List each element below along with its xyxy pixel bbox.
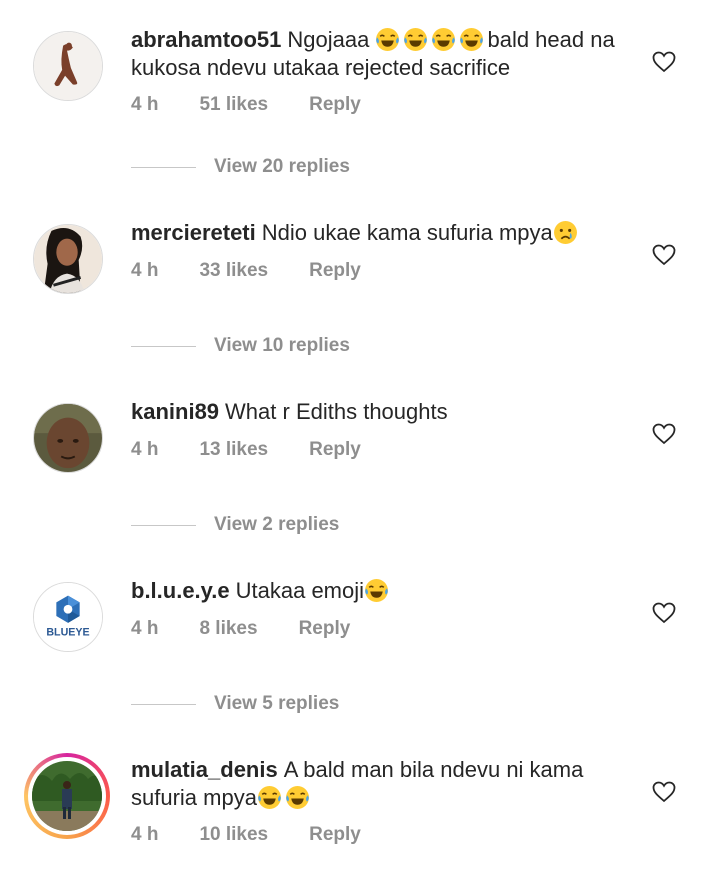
laughing-crying-emoji-icon — [404, 28, 428, 51]
comment-meta: 4 h 8 likes Reply — [131, 618, 391, 640]
view-replies-label: View 10 replies — [214, 335, 350, 356]
laughing-crying-emoji-icon — [285, 786, 309, 809]
comment-text: abrahamtoo51 Ngojaaa bald head na kukosa … — [131, 26, 631, 82]
crying-sad-emoji-icon — [553, 221, 577, 244]
avatar[interactable] — [33, 224, 103, 294]
comment-username[interactable]: abrahamtoo51 — [131, 27, 281, 52]
likes-count[interactable]: 33 likes — [199, 260, 268, 282]
comment-time: 4 h — [131, 618, 159, 639]
comment-username[interactable]: mulatia_denis — [131, 757, 278, 782]
avatar[interactable] — [33, 403, 103, 473]
reply-button[interactable]: Reply — [309, 439, 361, 461]
heart-outline-icon[interactable] — [652, 244, 676, 266]
comment-username[interactable]: merciereteti — [131, 220, 256, 245]
comment-text: merciereteti Ndio ukae kama sufuria mpya — [131, 219, 631, 247]
heart-outline-icon[interactable] — [652, 602, 676, 624]
comment-username[interactable]: b.l.u.e.y.e — [131, 578, 230, 603]
view-replies-label: View 20 replies — [214, 156, 350, 177]
view-replies-button[interactable]: View 5 replies — [131, 693, 339, 715]
heart-outline-icon[interactable] — [652, 423, 676, 445]
avatar-image: BLUEYE — [34, 583, 102, 651]
avatar-with-story-ring[interactable] — [24, 753, 110, 839]
comment-body: Ndio ukae kama sufuria mpya — [261, 220, 553, 245]
view-replies-button[interactable]: View 10 replies — [131, 335, 350, 357]
comment-text: b.l.u.e.y.e Utakaa emoji — [131, 577, 631, 605]
avatar-ring-gap — [28, 757, 106, 835]
replies-divider — [131, 166, 196, 168]
comment-time: 4 h — [131, 824, 159, 845]
comment-body: Ngojaaa — [287, 27, 370, 52]
comment-body: What r Ediths thoughts — [225, 399, 448, 424]
comment-time: 4 h — [131, 439, 159, 460]
comment-username[interactable]: kanini89 — [131, 399, 219, 424]
reply-button[interactable]: Reply — [309, 260, 361, 282]
comment-meta: 4 h 13 likes Reply — [131, 439, 402, 461]
avatar[interactable] — [33, 31, 103, 101]
reply-button[interactable]: Reply — [309, 824, 361, 846]
avatar-image — [34, 32, 102, 100]
reply-button[interactable]: Reply — [299, 618, 351, 640]
view-replies-label: View 5 replies — [214, 693, 340, 714]
view-replies-label: View 2 replies — [214, 514, 340, 535]
replies-divider — [131, 345, 196, 347]
reply-button[interactable]: Reply — [309, 94, 361, 116]
avatar[interactable]: BLUEYE — [33, 582, 103, 652]
laughing-crying-emoji-icon — [376, 28, 400, 51]
view-replies-button[interactable]: View 2 replies — [131, 514, 339, 536]
laughing-crying-emoji-icon — [257, 786, 281, 809]
avatar-image — [32, 761, 102, 831]
comment-time: 4 h — [131, 94, 159, 115]
comment-body: Utakaa emoji — [235, 578, 365, 603]
laughing-crying-emoji-icon — [432, 28, 456, 51]
likes-count[interactable]: 8 likes — [199, 618, 257, 640]
avatar-image — [34, 404, 102, 472]
view-replies-button[interactable]: View 20 replies — [131, 156, 350, 178]
laughing-crying-emoji-icon — [460, 28, 484, 51]
laughing-crying-emoji-icon — [365, 579, 388, 602]
comment-text: kanini89 What r Ediths thoughts — [131, 398, 631, 426]
comment-time: 4 h — [131, 260, 159, 281]
likes-count[interactable]: 13 likes — [199, 439, 268, 461]
comment-meta: 4 h 10 likes Reply — [131, 824, 402, 846]
avatar-logo-text: BLUEYE — [46, 626, 89, 638]
likes-count[interactable]: 51 likes — [199, 94, 268, 116]
likes-count[interactable]: 10 likes — [199, 824, 268, 846]
avatar-image — [34, 225, 102, 293]
comment-meta: 4 h 33 likes Reply — [131, 260, 402, 282]
avatar — [32, 761, 102, 831]
comment-meta: 4 h 51 likes Reply — [131, 94, 402, 116]
comment-text: mulatia_denis A bald man bila ndevu ni ka… — [131, 756, 631, 812]
replies-divider — [131, 524, 196, 526]
heart-outline-icon[interactable] — [652, 781, 676, 803]
heart-outline-icon[interactable] — [652, 51, 676, 73]
replies-divider — [131, 703, 196, 705]
